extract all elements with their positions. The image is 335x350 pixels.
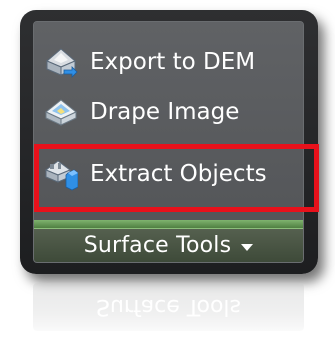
extract-objects-button[interactable]: Extract Objects	[44, 150, 297, 198]
export-to-dem-button[interactable]: Export to DEM	[44, 38, 297, 86]
drape-image-icon	[45, 99, 77, 126]
extract-objects-icon	[45, 160, 78, 191]
panel-reflection: Surface Tools	[20, 283, 318, 350]
export-dem-icon	[46, 48, 78, 78]
drape-image-label: Drape Image	[90, 99, 240, 125]
extract-objects-label: Extract Objects	[90, 161, 267, 187]
dropdown-caret-icon	[241, 243, 254, 251]
reflected-panel-title: Surface Tools	[33, 283, 304, 331]
drape-image-button[interactable]: Drape Image	[44, 88, 297, 136]
panel-title: Surface Tools	[83, 233, 232, 258]
surface-tools-panel-screenshot: Surface Tools Export to DEM Drape Image …	[0, 0, 335, 350]
surface-tools-panel: Surface Tools Export to DEM Drape Image …	[33, 21, 304, 263]
export-to-dem-label: Export to DEM	[90, 49, 256, 75]
surface-tools-dropdown[interactable]: Surface Tools	[34, 228, 303, 262]
panel-accent-strip	[34, 220, 303, 228]
